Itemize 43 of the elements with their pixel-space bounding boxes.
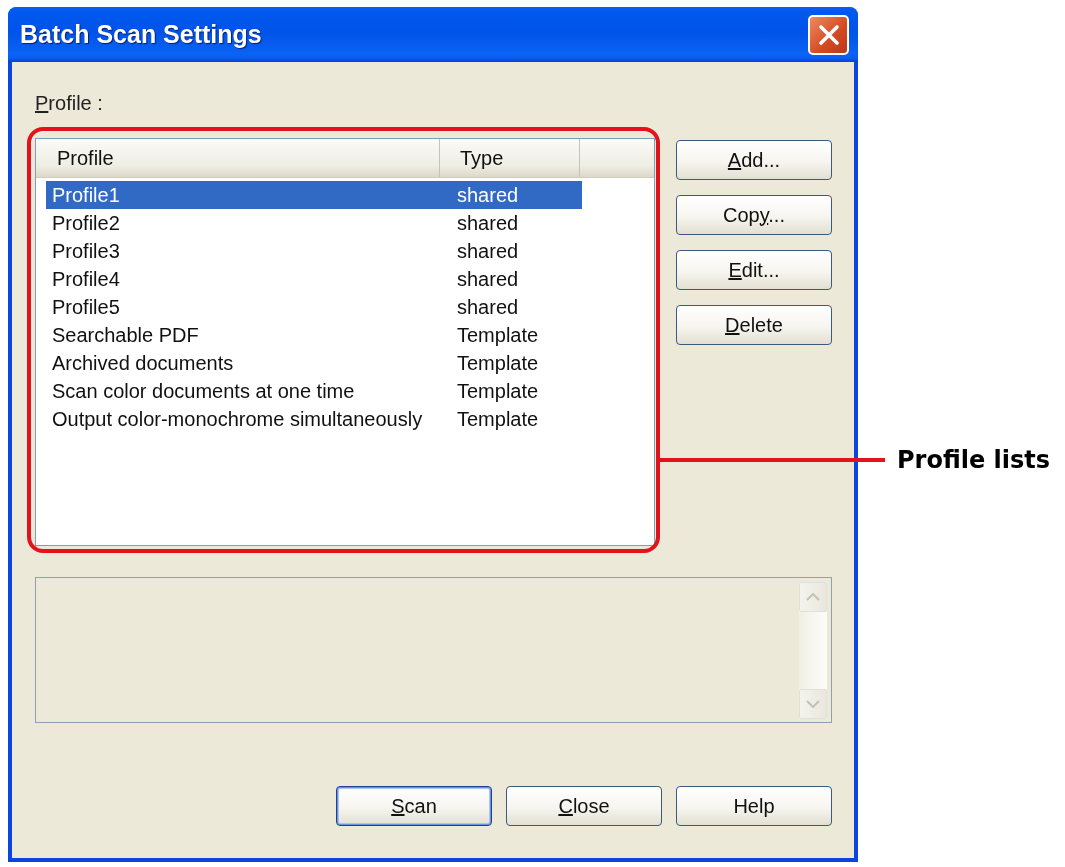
profile-cell-text: Profile3 (51, 239, 121, 264)
side-button[interactable]: Delete (676, 305, 832, 345)
profile-cell-text: Profile2 (51, 211, 121, 236)
dialog-button[interactable]: Scan (336, 786, 492, 826)
type-cell-text: Template (456, 351, 540, 376)
type-cell-text: shared (456, 267, 520, 292)
profile-cell-text: Profile1 (51, 183, 121, 208)
chevron-up-icon (806, 593, 820, 601)
type-cell-text: Template (456, 407, 540, 432)
profile-cell-text: Profile4 (51, 267, 121, 292)
dialog-button[interactable]: Help (676, 786, 832, 826)
profile-label: Profile : (35, 91, 103, 115)
close-icon (817, 23, 840, 46)
side-button[interactable]: Edit... (676, 250, 832, 290)
type-cell-text: Template (456, 323, 540, 348)
type-cell-text: shared (456, 239, 520, 264)
list-row[interactable]: Output color-monochrome simultaneously Template (46, 405, 582, 433)
callout-label: Profile lists (897, 446, 1051, 474)
profile-cell-text: Searchable PDF (51, 323, 200, 348)
list-row[interactable]: Profile3 shared (46, 237, 582, 265)
chevron-down-icon (806, 700, 820, 708)
type-cell-text: Template (456, 379, 540, 404)
list-row[interactable]: Profile1 shared (46, 181, 582, 209)
column-header[interactable]: Type (440, 139, 580, 177)
column-header[interactable]: Profile (36, 139, 440, 177)
profile-cell-text: Archived documents (51, 351, 235, 376)
type-cell-text: shared (456, 295, 520, 320)
side-button[interactable]: Add... (676, 140, 832, 180)
profile-cell-text: Output color-monochrome simultaneously (51, 407, 424, 432)
profile-cell-text: Profile5 (51, 295, 121, 320)
list-row[interactable]: Profile2 shared (46, 209, 582, 237)
list-row[interactable]: Archived documents Template (46, 349, 582, 377)
type-cell-text: shared (456, 183, 520, 208)
type-cell-text: shared (456, 211, 520, 236)
list-row[interactable]: Searchable PDF Template (46, 321, 582, 349)
list-row[interactable]: Profile5 shared (46, 293, 582, 321)
close-button[interactable] (808, 14, 849, 55)
dialog-button[interactable]: Close (506, 786, 662, 826)
side-button[interactable]: Copy... (676, 195, 832, 235)
window-title: Batch Scan Settings (20, 20, 262, 49)
list-row[interactable]: Profile4 shared (46, 265, 582, 293)
profile-cell-text: Scan color documents at one time (51, 379, 356, 404)
list-row[interactable]: Scan color documents at one time Template (46, 377, 582, 405)
